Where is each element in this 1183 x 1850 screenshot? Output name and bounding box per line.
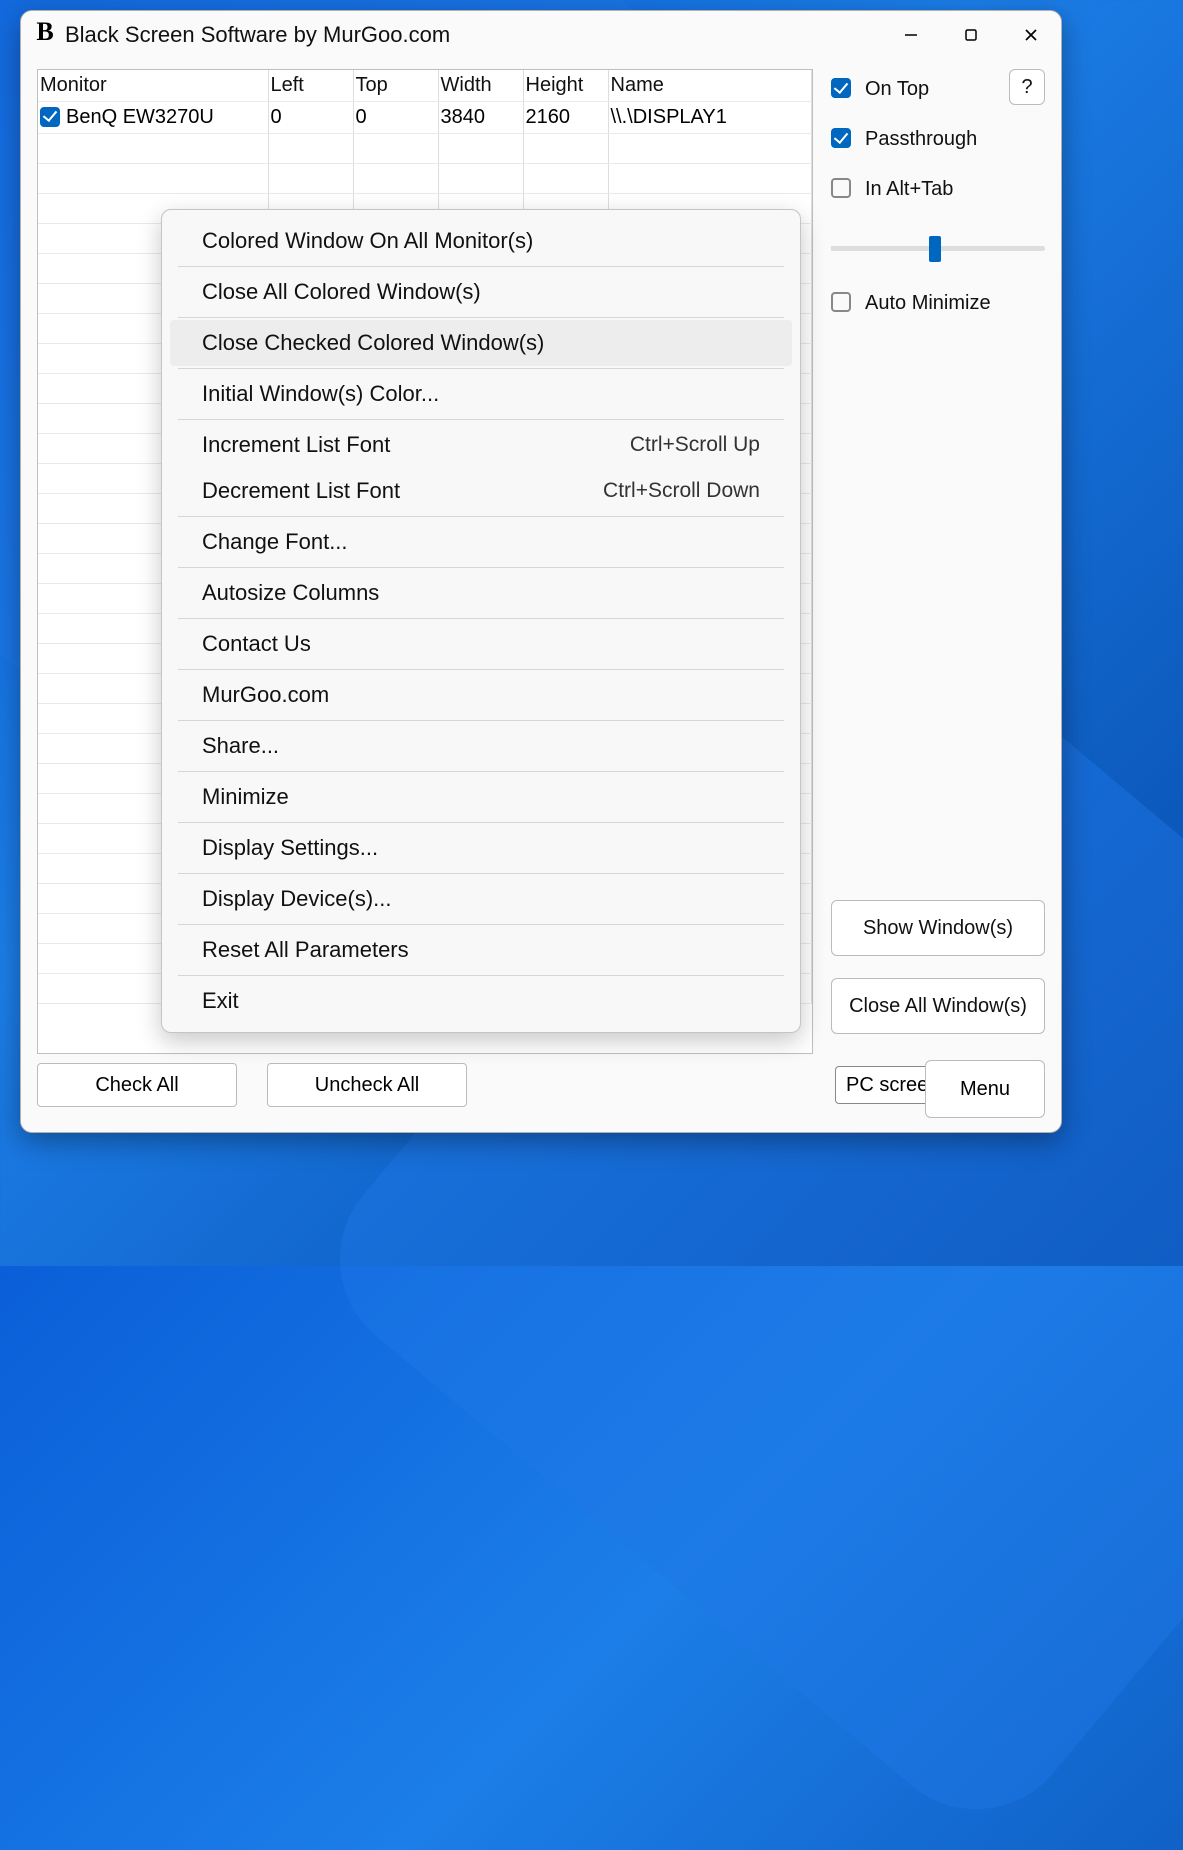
context-menu-item-label: Minimize xyxy=(202,784,289,810)
context-menu-item-label: Display Settings... xyxy=(202,835,378,861)
col-height[interactable]: Height xyxy=(523,70,608,102)
context-menu-item[interactable]: Reset All Parameters xyxy=(170,927,792,973)
table-row[interactable]: BenQ EW3270U 0 0 3840 2160 \\.\DISPLAY1 xyxy=(38,102,812,134)
context-menu-item-label: Close Checked Colored Window(s) xyxy=(202,330,544,356)
context-menu-separator xyxy=(178,975,784,976)
maximize-button[interactable] xyxy=(941,11,1001,59)
cell-monitor: BenQ EW3270U xyxy=(66,106,214,128)
context-menu-separator xyxy=(178,822,784,823)
auto-minimize-checkbox[interactable] xyxy=(831,292,851,312)
slider-thumb[interactable] xyxy=(929,236,941,262)
close-button[interactable] xyxy=(1001,11,1061,59)
table-header-row: Monitor Left Top Width Height Name xyxy=(38,70,812,102)
col-width[interactable]: Width xyxy=(438,70,523,102)
context-menu-separator xyxy=(178,669,784,670)
context-menu-item[interactable]: Contact Us xyxy=(170,621,792,667)
in-alt-tab-label: In Alt+Tab xyxy=(865,178,953,201)
col-name[interactable]: Name xyxy=(608,70,812,102)
uncheck-all-button[interactable]: Uncheck All xyxy=(267,1063,467,1107)
context-menu-item[interactable]: Colored Window On All Monitor(s) xyxy=(170,218,792,264)
cell-top: 0 xyxy=(353,102,438,134)
opacity-slider[interactable] xyxy=(831,233,1045,263)
cell-name: \\.\DISPLAY1 xyxy=(608,102,812,134)
cell-height: 2160 xyxy=(523,102,608,134)
context-menu-item-label: MurGoo.com xyxy=(202,682,329,708)
titlebar[interactable]: B Black Screen Software by MurGoo.com xyxy=(21,11,1061,59)
context-menu-item[interactable]: Display Device(s)... xyxy=(170,876,792,922)
context-menu-item-label: Autosize Columns xyxy=(202,580,379,606)
context-menu-separator xyxy=(178,924,784,925)
context-menu-item[interactable]: Close All Colored Window(s) xyxy=(170,269,792,315)
app-window: B Black Screen Software by MurGoo.com M xyxy=(20,10,1062,1133)
context-menu-item-label: Exit xyxy=(202,988,239,1014)
context-menu-item-label: Change Font... xyxy=(202,529,348,555)
context-menu-item[interactable]: Decrement List Font Ctrl+Scroll Down xyxy=(170,468,792,514)
context-menu-separator xyxy=(178,873,784,874)
close-all-windows-button[interactable]: Close All Window(s) xyxy=(831,978,1045,1034)
context-menu-item[interactable]: Close Checked Colored Window(s) xyxy=(170,320,792,366)
minimize-icon xyxy=(903,27,919,43)
close-icon xyxy=(1023,27,1039,43)
context-menu-item-label: Contact Us xyxy=(202,631,311,657)
context-menu-item[interactable]: Change Font... xyxy=(170,519,792,565)
context-menu-item-label: Close All Colored Window(s) xyxy=(202,279,481,305)
context-menu-item[interactable]: Autosize Columns xyxy=(170,570,792,616)
app-title: Black Screen Software by MurGoo.com xyxy=(65,22,881,48)
check-all-button[interactable]: Check All xyxy=(37,1063,237,1107)
context-menu-item-label: Decrement List Font xyxy=(202,478,400,504)
minimize-button[interactable] xyxy=(881,11,941,59)
auto-minimize-label: Auto Minimize xyxy=(865,292,991,315)
context-menu-separator xyxy=(178,618,784,619)
context-menu-separator xyxy=(178,419,784,420)
maximize-icon xyxy=(963,27,979,43)
options-panel: ? On Top Passthrough In Alt+Tab Auto Min… xyxy=(831,69,1045,1054)
context-menu-separator xyxy=(178,567,784,568)
context-menu-item[interactable]: Exit xyxy=(170,978,792,1024)
passthrough-label: Passthrough xyxy=(865,128,977,151)
context-menu-separator xyxy=(178,266,784,267)
context-menu-item[interactable]: MurGoo.com xyxy=(170,672,792,718)
context-menu-separator xyxy=(178,720,784,721)
context-menu: Colored Window On All Monitor(s) Close Al… xyxy=(161,209,801,1033)
menu-button[interactable]: Menu xyxy=(925,1060,1045,1118)
context-menu-separator xyxy=(178,368,784,369)
col-monitor[interactable]: Monitor xyxy=(38,70,268,102)
context-menu-item-label: Reset All Parameters xyxy=(202,937,409,963)
cell-left: 0 xyxy=(268,102,353,134)
passthrough-checkbox[interactable] xyxy=(831,128,851,148)
footer-bar: Check All Uncheck All PC screen only ▾ xyxy=(21,1054,1061,1132)
context-menu-item[interactable]: Initial Window(s) Color... xyxy=(170,371,792,417)
context-menu-item-label: Colored Window On All Monitor(s) xyxy=(202,228,533,254)
on-top-checkbox[interactable] xyxy=(831,78,851,98)
in-alt-tab-checkbox[interactable] xyxy=(831,178,851,198)
context-menu-item-label: Increment List Font xyxy=(202,432,390,458)
context-menu-item-shortcut: Ctrl+Scroll Down xyxy=(603,479,760,503)
cell-width: 3840 xyxy=(438,102,523,134)
context-menu-item[interactable]: Display Settings... xyxy=(170,825,792,871)
help-button[interactable]: ? xyxy=(1009,69,1045,105)
context-menu-item[interactable]: Share... xyxy=(170,723,792,769)
context-menu-item[interactable]: Increment List Font Ctrl+Scroll Up xyxy=(170,422,792,468)
context-menu-item-label: Display Device(s)... xyxy=(202,886,391,912)
on-top-label: On Top xyxy=(865,78,929,101)
context-menu-item[interactable]: Minimize xyxy=(170,774,792,820)
row-checkbox[interactable] xyxy=(40,107,60,127)
context-menu-item-shortcut: Ctrl+Scroll Up xyxy=(630,433,760,457)
context-menu-separator xyxy=(178,771,784,772)
col-top[interactable]: Top xyxy=(353,70,438,102)
app-logo-icon: B xyxy=(31,21,59,49)
context-menu-separator xyxy=(178,516,784,517)
col-left[interactable]: Left xyxy=(268,70,353,102)
context-menu-item-label: Share... xyxy=(202,733,279,759)
context-menu-item-label: Initial Window(s) Color... xyxy=(202,381,439,407)
show-windows-button[interactable]: Show Window(s) xyxy=(831,900,1045,956)
context-menu-separator xyxy=(178,317,784,318)
